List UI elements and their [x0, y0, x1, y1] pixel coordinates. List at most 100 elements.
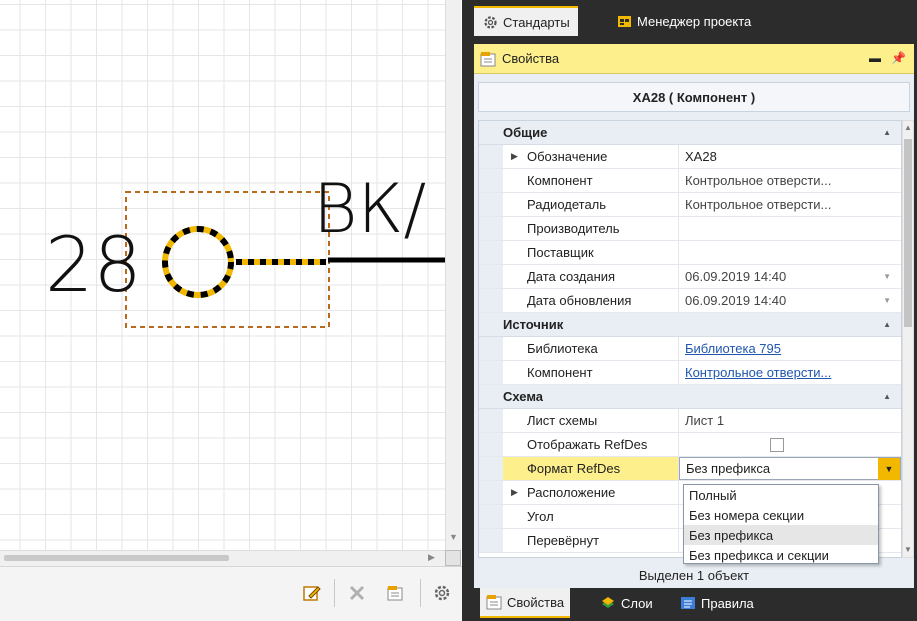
scroll-down-icon[interactable]: ▼: [904, 545, 912, 554]
row-label: Компонент: [527, 173, 593, 188]
row-value[interactable]: [679, 217, 901, 240]
project-icon: [616, 13, 632, 29]
tab-properties-label: Свойства: [507, 594, 565, 610]
row-label: Перевёрнут: [527, 533, 600, 548]
scroll-up-icon[interactable]: ▲: [904, 123, 912, 132]
row-value[interactable]: [679, 241, 901, 264]
component-link[interactable]: Контрольное отверсти...: [679, 361, 901, 384]
tab-project-manager-label: Менеджер проекта: [637, 13, 752, 29]
layers-icon: [600, 595, 616, 611]
schematic-canvas[interactable]: 28 ВК/: [0, 0, 460, 560]
row-label: Дата создания: [527, 269, 616, 284]
collapse-icon[interactable]: ▲: [883, 392, 891, 401]
maximize-icon[interactable]: ▬: [869, 51, 881, 65]
row-refdes-format[interactable]: Формат RefDes Без префикса ▼: [479, 457, 901, 481]
category-source[interactable]: Источник ▲: [479, 313, 901, 337]
row-label: Формат RefDes: [527, 461, 621, 476]
tab-rules[interactable]: Правила: [674, 588, 760, 618]
category-schema[interactable]: Схема ▲: [479, 385, 901, 409]
row-sheet[interactable]: Лист схемы Лист 1: [479, 409, 901, 433]
properties-icon: [480, 51, 496, 67]
canvas-vertical-scrollbar[interactable]: ▼: [445, 0, 461, 550]
properties-icon[interactable]: [383, 581, 407, 605]
row-value[interactable]: Лист 1: [679, 409, 901, 432]
tab-project-manager[interactable]: Менеджер проекта: [608, 6, 759, 36]
row-value[interactable]: Контрольное отверсти...: [679, 193, 901, 216]
collapse-icon[interactable]: ▲: [883, 320, 891, 329]
tab-layers-label: Слои: [621, 595, 653, 611]
row-radiopart[interactable]: Радиодеталь Контрольное отверсти...: [479, 193, 901, 217]
property-grid-scrollbar[interactable]: ▲ ▼: [902, 120, 914, 558]
expand-icon[interactable]: ▶: [511, 151, 518, 162]
component-title: XA28 ( Компонент ): [478, 82, 910, 112]
chevron-down-icon[interactable]: ▼: [883, 272, 891, 281]
properties-icon: [486, 594, 502, 610]
canvas-horizontal-scrollbar[interactable]: ▶: [0, 550, 445, 566]
row-created[interactable]: Дата создания 06.09.2019 14:40 ▼: [479, 265, 901, 289]
row-updated[interactable]: Дата обновления 06.09.2019 14:40 ▼: [479, 289, 901, 313]
show-refdes-checkbox[interactable]: [770, 437, 784, 452]
row-designation[interactable]: ▶ Обозначение XA28: [479, 145, 901, 169]
tab-layers[interactable]: Слои: [594, 588, 659, 618]
gear-icon: [482, 14, 498, 30]
scroll-right-icon[interactable]: ▶: [428, 552, 435, 563]
tab-standards-label: Стандарты: [503, 14, 570, 30]
tab-rules-label: Правила: [701, 595, 754, 611]
row-component[interactable]: Компонент Контрольное отверсти...: [479, 169, 901, 193]
tab-standards[interactable]: Стандарты: [474, 6, 578, 36]
edit-icon[interactable]: [300, 581, 324, 605]
row-label: Радиодеталь: [527, 197, 607, 212]
pin-icon[interactable]: 📌: [891, 51, 906, 65]
select-value: Без префикса: [686, 461, 771, 476]
row-value-text: 06.09.2019 14:40: [685, 269, 787, 284]
scroll-down-icon[interactable]: ▼: [449, 532, 458, 542]
top-tab-strip: Стандарты Менеджер проекта: [462, 0, 917, 40]
properties-header: Свойства ▬ 📌: [474, 44, 914, 74]
category-general-label: Общие: [503, 125, 548, 140]
scroll-corner: [445, 550, 461, 566]
row-value[interactable]: Контрольное отверсти...: [679, 169, 901, 192]
row-source-component[interactable]: Компонент Контрольное отверсти...: [479, 361, 901, 385]
row-value[interactable]: 06.09.2019 14:40 ▼: [679, 265, 901, 288]
dropdown-option[interactable]: Без номера секции: [684, 505, 878, 525]
row-label: Библиотека: [527, 341, 598, 356]
collapse-icon[interactable]: ▲: [883, 128, 891, 137]
row-label: Расположение: [527, 485, 616, 500]
bottom-tab-strip: Свойства Слои Правила: [462, 588, 917, 621]
row-label: Поставщик: [527, 245, 594, 260]
category-schema-label: Схема: [503, 389, 544, 404]
tab-properties[interactable]: Свойства: [480, 588, 571, 618]
chevron-down-icon[interactable]: ▼: [883, 296, 891, 305]
scroll-thumb[interactable]: [904, 139, 912, 327]
refdes-format-select[interactable]: Без префикса ▼: [679, 457, 901, 480]
row-library[interactable]: Библиотека Библиотека 795: [479, 337, 901, 361]
scroll-thumb[interactable]: [4, 555, 229, 561]
expand-icon[interactable]: ▶: [511, 487, 518, 498]
row-show-refdes[interactable]: Отображать RefDes: [479, 433, 901, 457]
wire-label: ВК/: [313, 170, 426, 249]
row-label: Лист схемы: [527, 413, 598, 428]
row-manufacturer[interactable]: Производитель: [479, 217, 901, 241]
settings-icon[interactable]: [430, 581, 454, 605]
library-link[interactable]: Библиотека 795: [679, 337, 901, 360]
dropdown-option[interactable]: Полный: [684, 485, 878, 505]
row-value[interactable]: 06.09.2019 14:40 ▼: [679, 289, 901, 312]
row-label: Обозначение: [527, 149, 608, 164]
refdes-number: 28: [45, 220, 142, 309]
toolbar-separator: [334, 579, 335, 607]
canvas-toolbar: [0, 566, 462, 621]
delete-icon[interactable]: [345, 581, 369, 605]
row-label: Компонент: [527, 365, 593, 380]
row-label: Производитель: [527, 221, 620, 236]
category-general[interactable]: Общие ▲: [479, 121, 901, 145]
row-label: Отображать RefDes: [527, 437, 648, 452]
row-label: Дата обновления: [527, 293, 632, 308]
row-supplier[interactable]: Поставщик: [479, 241, 901, 265]
chevron-down-icon[interactable]: ▼: [878, 458, 900, 480]
row-value: [679, 433, 901, 456]
properties-title: Свойства: [502, 51, 560, 66]
dropdown-option[interactable]: Без префикса и секции: [684, 545, 878, 565]
dropdown-option-highlighted[interactable]: Без префикса: [684, 525, 878, 545]
row-value[interactable]: XA28: [679, 145, 901, 168]
toolbar-separator: [420, 579, 421, 607]
